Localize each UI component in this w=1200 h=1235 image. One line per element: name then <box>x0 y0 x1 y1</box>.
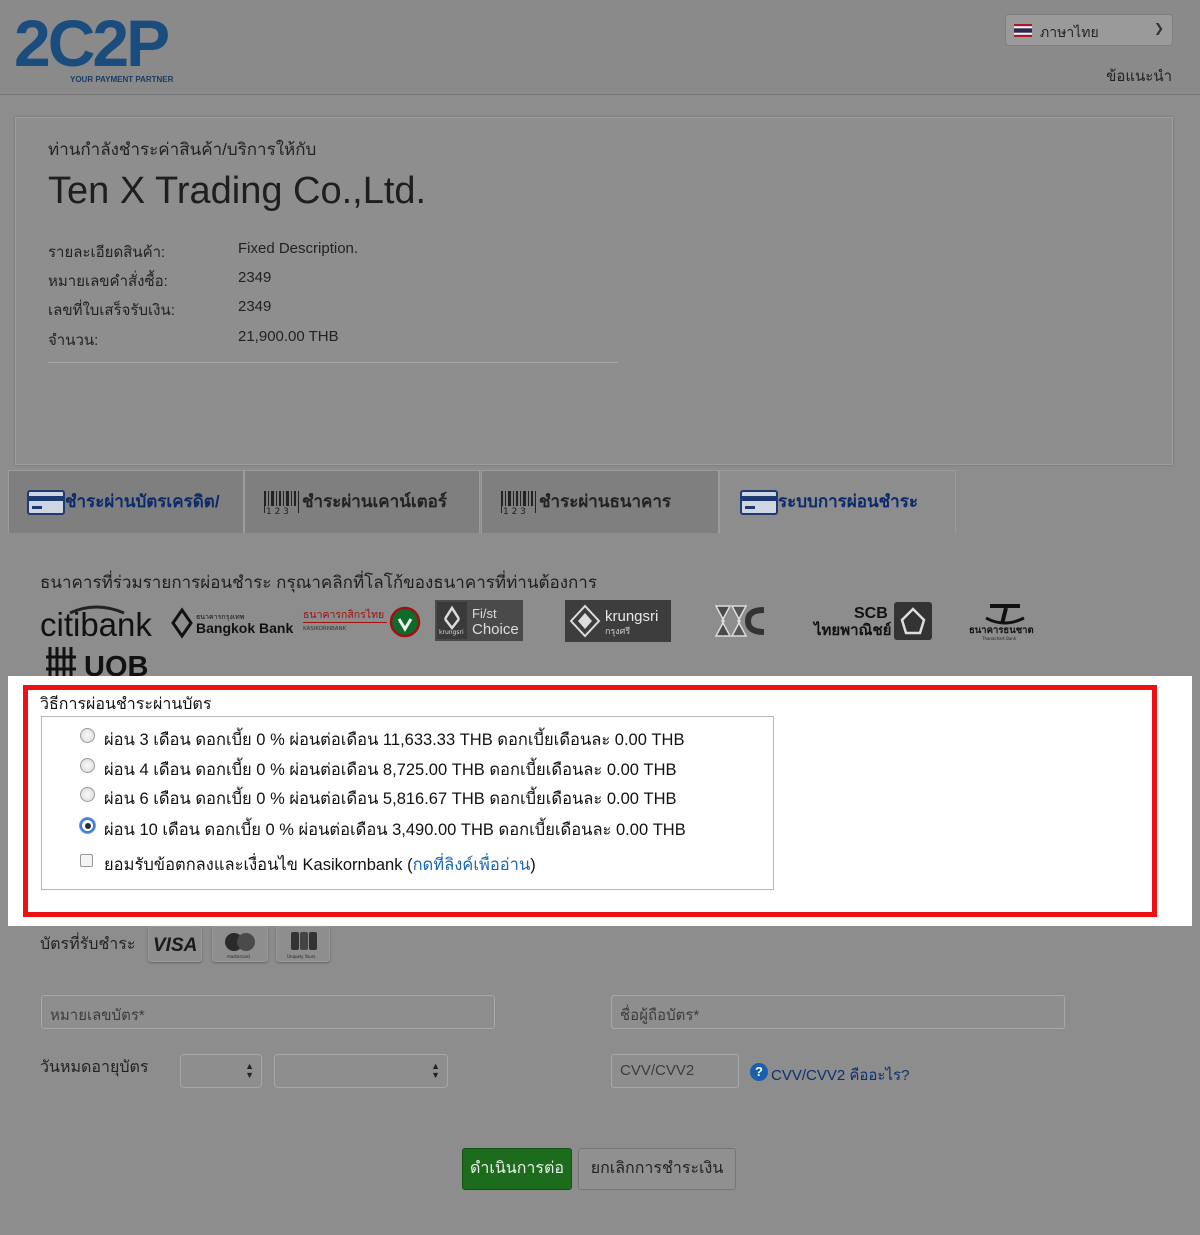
kasikorn-text: KASIKORNBANK <box>303 626 347 632</box>
help-link[interactable]: ข้อแนะนำ <box>1106 64 1172 88</box>
2c2p-logo[interactable]: 2C2P YOUR PAYMENT PARTNER <box>14 10 214 88</box>
krungsri-logo[interactable]: krungsri กรุงศรี <box>565 600 671 642</box>
mastercard-card-icon: mastercard <box>212 926 268 962</box>
logo-text: 2C2P <box>14 10 168 80</box>
citibank-logo[interactable]: citibank <box>40 603 164 643</box>
kasikorn-thai: ธนาคารกสิกรไทย <box>303 608 384 621</box>
option-label: ผ่อน 3 เดือน ดอกเบี้ย 0 % ผ่อนต่อเดือน 1… <box>104 731 685 749</box>
thanachart-thai: ธนาคารธนชาต <box>969 625 1034 636</box>
tab-bank[interactable]: 1 2 3 ชำระผ่านธนาคาร <box>481 470 719 533</box>
detail-value: 2349 <box>238 298 272 315</box>
tab-credit-card[interactable]: ชำระผ่านบัตรเครดิต/ <box>8 470 244 533</box>
option-label: ผ่อน 4 เดือน ดอกเบี้ย 0 % ผ่อนต่อเดือน 8… <box>104 761 677 779</box>
card-holder-input[interactable]: ชื่อผู้ถือบัตร* <box>611 995 1065 1029</box>
credit-card-icon <box>27 490 65 515</box>
scb-logo[interactable]: SCB ไทยพาณิชย์ <box>812 600 934 642</box>
tab-counter[interactable]: 1 2 3 ชำระผ่านเคาน์เตอร์ <box>244 470 480 533</box>
detail-label: เลขที่ใบเสร็จรับเงิน: <box>48 302 175 319</box>
tab-label: ชำระผ่านบัตรเครดิต/ <box>65 492 220 511</box>
first-choice-small: krungsri <box>439 629 464 636</box>
continue-button[interactable]: ดำเนินการต่อ <box>462 1148 572 1190</box>
credit-card-icon <box>740 490 778 515</box>
detail-label: จำนวน: <box>48 332 99 349</box>
terms-link[interactable]: กดที่ลิงค์เพื่ออ่าน <box>413 856 531 874</box>
krungsri-text: krungsri <box>605 608 658 625</box>
terms-checkbox[interactable] <box>80 854 93 867</box>
expiry-year-select[interactable]: ▲ ▼ <box>274 1054 448 1088</box>
option-label: ผ่อน 6 เดือน ดอกเบี้ย 0 % ผ่อนต่อเดือน 5… <box>104 790 677 808</box>
bangkok-bank-logo[interactable]: ธนาคารกรุงเทพ Bangkok Bank <box>171 606 296 640</box>
bank-instruction: ธนาคารที่ร่วมรายการผ่อนชำระ กรุณาคลิกที่… <box>40 573 597 592</box>
merchant-intro: ท่านกำลังชำระค่าสินค้า/บริการให้กับ <box>48 140 317 159</box>
help-question-icon[interactable]: ? <box>750 1063 768 1081</box>
kasikorn-logo[interactable]: ธนาคารกสิกรไทย KASIKORNBANK <box>303 605 423 639</box>
radio-button[interactable] <box>80 728 95 743</box>
tab-label: ชำระผ่านธนาคาร <box>539 492 672 511</box>
svg-text:VISA: VISA <box>153 935 197 956</box>
cancel-payment-button[interactable]: ยกเลิกการชำระเงิน <box>578 1148 736 1190</box>
option-label: ผ่อน 10 เดือน ดอกเบี้ย 0 % ผ่อนต่อเดือน … <box>104 821 686 839</box>
ktc-logo[interactable] <box>712 600 770 642</box>
card-number-input[interactable]: หมายเลขบัตร* <box>41 995 495 1029</box>
tab-label: ชำระผ่านเคาน์เตอร์ <box>302 492 448 511</box>
cvv-help-link[interactable]: CVV/CVV2 คืออะไร? <box>771 1063 909 1087</box>
svg-text:mastercard: mastercard <box>227 954 250 959</box>
merchant-panel: ท่านกำลังชำระค่าสินค้า/บริการให้กับ Ten … <box>15 117 1173 465</box>
terms-text: ยอมรับข้อตกลงและเงื่อนไข Kasikornbank ( <box>104 856 413 874</box>
options-title: วิธีการผ่อนชำระผ่านบัตร <box>40 696 212 713</box>
chevron-down-icon: ❯ <box>1153 21 1164 35</box>
accepted-cards-label: บัตรที่รับชำระ <box>40 936 136 953</box>
svg-text:Unquely Yours: Unquely Yours <box>287 954 315 959</box>
detail-value: 2349 <box>238 269 272 286</box>
detail-value: 21,900.00 THB <box>238 328 339 345</box>
cvv-input[interactable]: CVV/CVV2 <box>611 1054 739 1088</box>
language-select[interactable]: ภาษาไทย ❯ <box>1005 14 1173 46</box>
thanachart-logo[interactable]: ธนาคารธนชาต Thanachart Bank <box>968 600 1042 642</box>
merchant-name: Ten X Trading Co.,Ltd. <box>48 170 427 212</box>
svg-text:1 2 3: 1 2 3 <box>503 507 526 516</box>
select-arrows-icon: ▲ ▼ <box>245 1061 254 1080</box>
terms-suffix: ) <box>530 856 536 874</box>
radio-button[interactable] <box>80 787 95 802</box>
expiry-month-select[interactable]: ▲ ▼ <box>180 1054 262 1088</box>
barcode-icon: 1 2 3 <box>264 491 299 516</box>
barcode-icon: 1 2 3 <box>501 491 536 516</box>
divider <box>48 362 618 363</box>
first-choice-text-2: Choice <box>472 621 519 638</box>
thanachart-text: Thanachart Bank <box>981 636 1017 641</box>
tab-label: ระบบการผ่อนชำระ <box>778 492 918 511</box>
scb-thai: ไทยพาณิชย์ <box>812 620 891 639</box>
first-choice-logo[interactable]: krungsri Fi/st Choice <box>435 600 523 641</box>
detail-label: หมายเลขคำสั่งซื้อ: <box>48 273 168 290</box>
select-arrows-icon: ▲ ▼ <box>431 1061 440 1080</box>
visa-card-icon: VISA <box>148 926 202 962</box>
svg-text:1 2 3: 1 2 3 <box>266 507 289 516</box>
citibank-text: citibank <box>40 606 152 643</box>
language-value: ภาษาไทย <box>1040 24 1099 40</box>
logo-tagline: YOUR PAYMENT PARTNER <box>70 75 174 84</box>
scb-text: SCB <box>854 605 888 622</box>
jcb-card-icon: Unquely Yours <box>276 926 330 962</box>
detail-value: Fixed Description. <box>238 240 359 257</box>
first-choice-text-1: Fi/st <box>472 606 497 621</box>
bangkok-bank-text: Bangkok Bank <box>196 620 293 636</box>
tab-installment[interactable]: ระบบการผ่อนชำระ <box>719 470 956 533</box>
thai-flag-icon <box>1014 24 1032 37</box>
krungsri-thai: กรุงศรี <box>605 626 630 637</box>
expiry-label: วันหมดอายุบัตร <box>40 1059 149 1076</box>
radio-button-selected[interactable] <box>80 818 95 833</box>
radio-button[interactable] <box>80 758 95 773</box>
detail-label: รายละเอียดสินค้า: <box>48 244 166 261</box>
